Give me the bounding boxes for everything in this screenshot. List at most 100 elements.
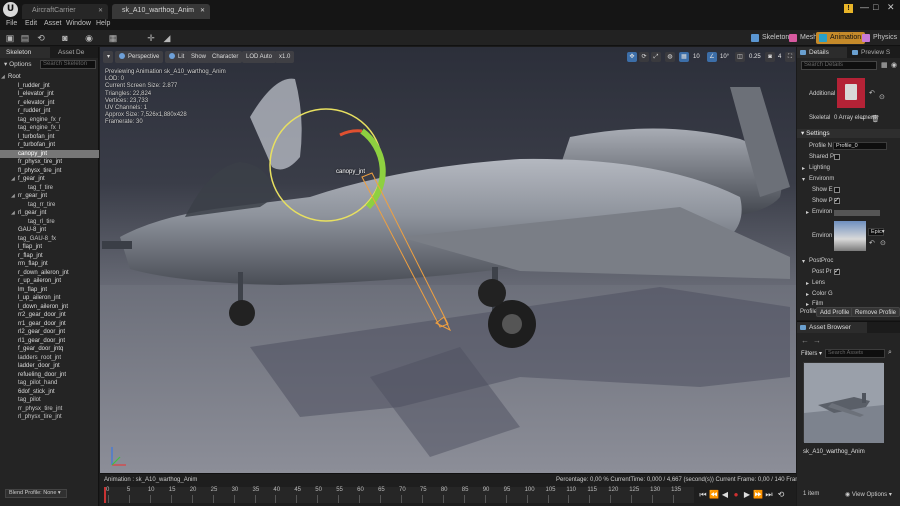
rotate-icon[interactable]: ⟳ bbox=[639, 52, 649, 62]
add-element-icon[interactable]: + bbox=[861, 114, 866, 123]
tree-row[interactable]: lm_flap_jnt bbox=[0, 286, 99, 295]
eye-icon[interactable]: ◉ bbox=[891, 61, 897, 69]
add-icon[interactable]: ▦ bbox=[108, 33, 118, 43]
scale-snap-value[interactable]: 0.25 bbox=[749, 52, 761, 62]
tree-row[interactable]: tag_pilot bbox=[0, 396, 99, 405]
close-window-button[interactable]: ✕ bbox=[887, 2, 895, 13]
menu-file[interactable]: File bbox=[6, 20, 17, 27]
apply-icon[interactable]: ◢ bbox=[162, 33, 172, 43]
environment-map-dropdown[interactable]: Epic▾ bbox=[868, 228, 884, 236]
save-icon[interactable]: ▣ bbox=[5, 33, 15, 43]
browse-icon[interactable]: ▤ bbox=[20, 33, 30, 43]
tree-row[interactable]: ◢ rr_gear_jnt bbox=[0, 192, 99, 201]
asset-thumbnail[interactable] bbox=[803, 362, 884, 443]
search-assets-input[interactable]: Search Assets bbox=[825, 349, 885, 358]
tree-row[interactable]: l_elevator_jnt bbox=[0, 90, 99, 99]
menu-window[interactable]: Window bbox=[66, 20, 91, 27]
search-details-input[interactable]: Search Details bbox=[801, 61, 877, 70]
tree-row[interactable]: tag_f_tire bbox=[0, 184, 99, 193]
tree-row[interactable]: rm_flap_jnt bbox=[0, 260, 99, 269]
tree-row[interactable]: tag_pilot_hand bbox=[0, 379, 99, 388]
tree-row[interactable]: refueling_door_jnt bbox=[0, 371, 99, 380]
shared-profile-checkbox[interactable] bbox=[834, 154, 840, 160]
viewport-options-button[interactable]: ▾ bbox=[103, 51, 113, 63]
record-icon[interactable]: ◉ bbox=[84, 33, 94, 43]
post-process-enabled-checkbox[interactable] bbox=[834, 267, 840, 275]
document-tab-aircraft-carrier[interactable]: AircraftCarrier ✕ bbox=[22, 4, 108, 19]
tree-row[interactable]: fr_physx_tire_jnt bbox=[0, 158, 99, 167]
maximize-viewport-icon[interactable]: ⛶ bbox=[785, 52, 795, 62]
settings-section-header[interactable]: ▾ Settings bbox=[797, 129, 900, 138]
maximize-button[interactable]: □ bbox=[873, 2, 878, 12]
show-post-checkbox[interactable] bbox=[834, 196, 840, 204]
tree-row[interactable]: rl_physx_tire_jnt bbox=[0, 413, 99, 422]
close-tab-icon[interactable]: ✕ bbox=[98, 7, 103, 14]
tab-asset-details[interactable]: Asset De bbox=[52, 47, 99, 58]
tree-row[interactable]: tag_engine_fx_r bbox=[0, 116, 99, 125]
tab-details[interactable]: Details bbox=[797, 47, 847, 58]
tree-row[interactable]: l_turbofan_jnt bbox=[0, 133, 99, 142]
tab-asset-browser[interactable]: Asset Browser bbox=[797, 322, 867, 333]
tree-row[interactable]: fl_physx_tire_jnt bbox=[0, 167, 99, 176]
step-forward-icon[interactable]: ⏩ bbox=[753, 489, 763, 500]
mode-physics-button[interactable]: Physics bbox=[862, 32, 897, 44]
preview-mesh-icon[interactable]: ✛ bbox=[146, 33, 156, 43]
perspective-button[interactable]: Perspective bbox=[115, 51, 164, 63]
to-start-icon[interactable]: ⏮ bbox=[698, 489, 708, 500]
tree-row[interactable]: ◢ rl_gear_jnt bbox=[0, 209, 99, 218]
rotation-snap-value[interactable]: 10° bbox=[720, 52, 729, 62]
tree-row[interactable]: rr2_gear_door_jnt bbox=[0, 311, 99, 320]
tree-row[interactable]: rr1_gear_door_jnt bbox=[0, 320, 99, 329]
use-selected-icon[interactable]: ⊙ bbox=[879, 93, 885, 101]
tree-row[interactable]: tag_GAU-8_fx bbox=[0, 235, 99, 244]
tree-row[interactable]: rl1_gear_door_jnt bbox=[0, 337, 99, 346]
tree-row[interactable]: rl2_gear_door_jnt bbox=[0, 328, 99, 337]
timeline-scrubber[interactable]: 0 5 10 15 20 25 30 35 40 45 50 55 60 65 70 75 80 85 90 95 10… bbox=[104, 487, 694, 503]
scale-snap-icon[interactable]: ◫ bbox=[735, 52, 745, 62]
remove-profile-button[interactable]: Remove Profile bbox=[851, 307, 900, 317]
forward-arrow-icon[interactable]: → bbox=[813, 336, 821, 345]
camera-icon[interactable]: ◙ bbox=[60, 33, 70, 43]
loop-icon[interactable]: ⟲ bbox=[776, 489, 786, 500]
expand-arrow-icon[interactable]: ◢ bbox=[11, 209, 15, 218]
camera-speed-value[interactable]: 4 bbox=[778, 52, 781, 62]
tree-row[interactable]: r_turbofan_jnt bbox=[0, 141, 99, 150]
filters-dropdown[interactable]: Filters ▾ bbox=[801, 350, 822, 357]
tree-row[interactable]: l_up_aileron_jnt bbox=[0, 294, 99, 303]
menu-edit[interactable]: Edit bbox=[25, 20, 37, 27]
view-options-icon[interactable]: ▦ bbox=[881, 61, 888, 69]
world-space-icon[interactable]: ◍ bbox=[665, 52, 675, 62]
expand-arrow-icon[interactable]: ◢ bbox=[11, 175, 15, 184]
preview-viewport[interactable]: canopy_jnt ▾ Perspective Lit Show Charac… bbox=[100, 47, 796, 473]
view-options-button[interactable]: ◉ View Options ▾ bbox=[845, 491, 892, 498]
menu-asset[interactable]: Asset bbox=[44, 20, 62, 27]
tree-row[interactable]: ◢ Root bbox=[0, 73, 99, 82]
add-profile-button[interactable]: Add Profile bbox=[816, 307, 854, 317]
tree-row[interactable]: l_rudder_jnt bbox=[0, 82, 99, 91]
grid-snap-value[interactable]: 10 bbox=[693, 52, 700, 62]
blend-profile-dropdown[interactable]: Blend Profile: None ▾ bbox=[5, 489, 67, 498]
tree-row-selected[interactable]: canopy_jnt bbox=[0, 149, 99, 158]
search-icon[interactable]: ⌕ bbox=[888, 349, 892, 357]
use-selected-icon[interactable]: ⊙ bbox=[880, 239, 886, 247]
delete-elements-icon[interactable]: 🗑 bbox=[871, 115, 880, 123]
tab-skeleton[interactable]: Skeleton bbox=[0, 47, 50, 58]
tree-row[interactable]: r_flap_jnt bbox=[0, 252, 99, 261]
scale-icon[interactable]: ⤢ bbox=[651, 52, 661, 62]
mode-animation-button[interactable]: Animation bbox=[816, 32, 866, 44]
show-button[interactable]: Show bbox=[187, 51, 211, 63]
tree-row[interactable]: l_down_aileron_jnt bbox=[0, 303, 99, 312]
tree-row[interactable]: r_rudder_jnt bbox=[0, 107, 99, 116]
lit-button[interactable]: Lit bbox=[165, 51, 189, 63]
tree-row[interactable]: tag_rl_tire bbox=[0, 218, 99, 227]
tree-row[interactable]: r_down_aileron_jnt bbox=[0, 269, 99, 278]
lod-button[interactable]: LOD Auto bbox=[242, 51, 277, 63]
asset-name-label[interactable]: sk_A10_warthog_Anim bbox=[803, 449, 897, 455]
browse-asset-icon[interactable]: ↶ bbox=[869, 89, 875, 97]
tree-row[interactable]: rr_physx_tire_jnt bbox=[0, 405, 99, 414]
additional-mesh-thumbnail[interactable] bbox=[837, 78, 865, 108]
close-tab-icon[interactable]: ✕ bbox=[200, 7, 205, 14]
play-reverse-icon[interactable]: ◀ bbox=[720, 489, 730, 500]
record-button-icon[interactable]: ● bbox=[731, 489, 741, 500]
reimport-icon[interactable]: ⟲ bbox=[36, 33, 46, 43]
